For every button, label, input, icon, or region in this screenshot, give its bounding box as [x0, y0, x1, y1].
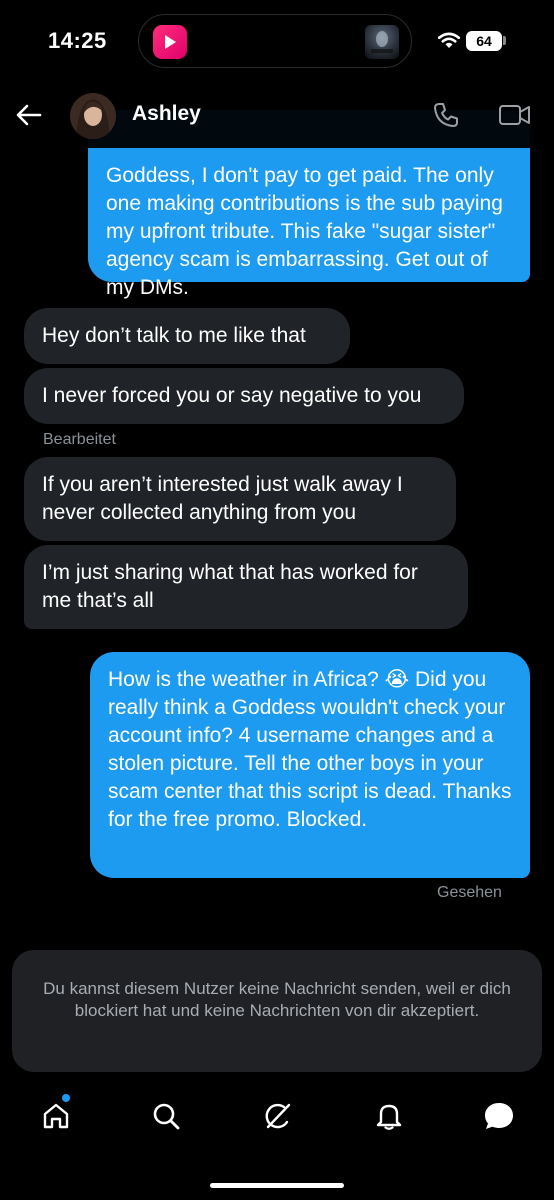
- edited-label: Bearbeitet: [43, 431, 116, 448]
- blocked-notice-text: Du kannst diesem Nutzer keine Nachricht …: [43, 979, 511, 1020]
- contact-name[interactable]: Ashley: [132, 102, 201, 126]
- phone-icon[interactable]: [432, 101, 460, 129]
- grok-icon: [265, 1103, 291, 1129]
- message-text: How is the weather in Africa? 😭 Did you …: [108, 668, 512, 831]
- nav-messages[interactable]: [479, 1096, 519, 1136]
- blocked-notice: Du kannst diesem Nutzer keine Nachricht …: [12, 950, 542, 1072]
- seen-label: Gesehen: [437, 884, 502, 901]
- message-bubble-incoming[interactable]: I never forced you or say negative to yo…: [24, 368, 464, 424]
- search-icon: [153, 1103, 180, 1130]
- unread-dot: [62, 1094, 70, 1102]
- message-text: If you aren’t interested just walk away …: [42, 473, 403, 524]
- message-text: Hey don’t talk to me like that: [42, 324, 306, 347]
- message-bubble-incoming[interactable]: If you aren’t interested just walk away …: [24, 457, 456, 541]
- messages-icon: [485, 1103, 513, 1129]
- message-bubble-incoming[interactable]: I’m just sharing what that has worked fo…: [24, 545, 468, 629]
- message-text: I’m just sharing what that has worked fo…: [42, 561, 418, 612]
- nav-home[interactable]: [36, 1096, 76, 1136]
- notifications-bell-icon: [376, 1104, 402, 1130]
- video-call-icon[interactable]: [498, 102, 532, 128]
- avatar[interactable]: [70, 93, 116, 139]
- message-text: Goddess, I don't pay to get paid. The on…: [106, 164, 503, 299]
- back-arrow-icon[interactable]: [16, 104, 42, 126]
- nav-search[interactable]: [146, 1096, 186, 1136]
- home-icon: [43, 1103, 69, 1129]
- nav-grok[interactable]: [258, 1096, 298, 1136]
- message-bubble-outgoing[interactable]: How is the weather in Africa? 😭 Did you …: [90, 652, 530, 878]
- chat-header: Ashley: [0, 80, 554, 148]
- home-indicator: [210, 1183, 344, 1188]
- nav-notifications[interactable]: [369, 1096, 409, 1136]
- message-bubble-incoming[interactable]: Hey don’t talk to me like that: [24, 308, 350, 364]
- message-text: I never forced you or say negative to yo…: [42, 384, 422, 407]
